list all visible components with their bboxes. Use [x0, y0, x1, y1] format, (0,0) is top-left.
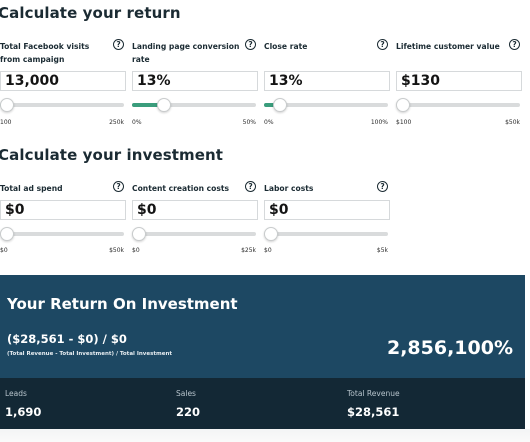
field-label: Landing page conversion rate	[132, 42, 240, 64]
stat-value: $28,561	[347, 405, 400, 419]
range-min: 100	[0, 119, 12, 126]
facebook-visits-input[interactable]: 13,000	[0, 71, 126, 91]
question-circle-icon[interactable]: ?	[113, 39, 124, 50]
range-min: $0	[264, 247, 272, 254]
slider-track	[132, 232, 256, 236]
range-min: 0%	[132, 119, 142, 126]
range-max: 250k	[109, 119, 124, 126]
facebook-visits-slider[interactable]	[0, 98, 124, 112]
ad-spend-input[interactable]: $0	[0, 200, 126, 220]
slider-thumb[interactable]	[396, 98, 410, 112]
range-min: $0	[0, 247, 8, 254]
field-label: Total Facebook visits from campaign	[0, 42, 90, 64]
page-footer-shade	[0, 429, 530, 442]
question-circle-icon[interactable]: ?	[377, 181, 388, 192]
roi-panel: Your Return On Investment ($28,561 - $0)…	[0, 275, 525, 378]
lifetime-value-slider[interactable]	[396, 98, 520, 112]
conversion-rate-input[interactable]: 13%	[132, 71, 258, 91]
slider-track	[396, 103, 520, 107]
stat-leads: Leads 1,690	[5, 389, 41, 419]
field-label: Content creation costs	[132, 184, 230, 193]
labor-costs-input[interactable]: $0	[264, 200, 390, 220]
question-circle-icon[interactable]: ?	[509, 39, 520, 50]
slider-track	[0, 232, 124, 236]
stat-label: Total Revenue	[347, 389, 400, 398]
range-max: 100%	[370, 119, 388, 126]
range-max: $50k	[505, 119, 520, 126]
range-max: 50%	[242, 119, 256, 126]
slider-track	[264, 232, 388, 236]
stat-label: Leads	[5, 389, 27, 398]
question-circle-icon[interactable]: ?	[245, 39, 256, 50]
range-min: $100	[396, 119, 412, 126]
range-min: $0	[132, 247, 140, 254]
slider-thumb[interactable]	[157, 98, 172, 112]
question-circle-icon[interactable]: ?	[113, 181, 124, 192]
field-label: Close rate	[264, 42, 308, 51]
stats-bar: Leads 1,690 Sales 220 Total Revenue $28,…	[0, 378, 525, 429]
question-circle-icon[interactable]: ?	[377, 39, 388, 50]
conversion-rate-slider[interactable]	[132, 98, 256, 112]
content-costs-input[interactable]: $0	[132, 200, 258, 220]
range-max: $50k	[109, 247, 124, 254]
stat-value: 1,690	[5, 405, 42, 419]
lifetime-value-input[interactable]: $130	[396, 71, 522, 91]
stat-sales: Sales 220	[176, 389, 200, 419]
roi-caption: (Total Revenue - Total Investment) / Tot…	[7, 351, 173, 357]
roi-result: 2,856,100%	[386, 337, 513, 359]
range-min: 0%	[264, 119, 274, 126]
content-costs-slider[interactable]	[132, 227, 256, 241]
ad-spend-slider[interactable]	[0, 227, 124, 241]
stat-value: 220	[176, 405, 201, 419]
slider-track	[0, 103, 124, 107]
field-label: Total ad spend	[0, 184, 63, 193]
slider-thumb[interactable]	[264, 227, 278, 241]
labor-costs-slider[interactable]	[264, 227, 388, 241]
question-circle-icon[interactable]: ?	[245, 181, 256, 192]
stat-label: Sales	[176, 389, 196, 398]
roi-formula: ($28,561 - $0) / $0	[7, 332, 127, 346]
range-max: $5k	[376, 247, 388, 254]
close-rate-slider[interactable]	[264, 98, 388, 112]
range-max: $25k	[241, 247, 256, 254]
slider-thumb[interactable]	[0, 227, 14, 241]
close-rate-input[interactable]: 13%	[264, 71, 390, 91]
field-label: Lifetime customer value	[396, 42, 500, 51]
investment-section-title: Calculate your investment	[0, 146, 224, 164]
slider-thumb[interactable]	[0, 98, 14, 112]
roi-title: Your Return On Investment	[7, 295, 238, 313]
slider-thumb[interactable]	[132, 227, 146, 241]
slider-thumb[interactable]	[273, 98, 288, 112]
return-section-title: Calculate your return	[0, 4, 181, 22]
stat-total-revenue: Total Revenue $28,561	[347, 389, 400, 419]
field-label: Labor costs	[264, 184, 314, 193]
